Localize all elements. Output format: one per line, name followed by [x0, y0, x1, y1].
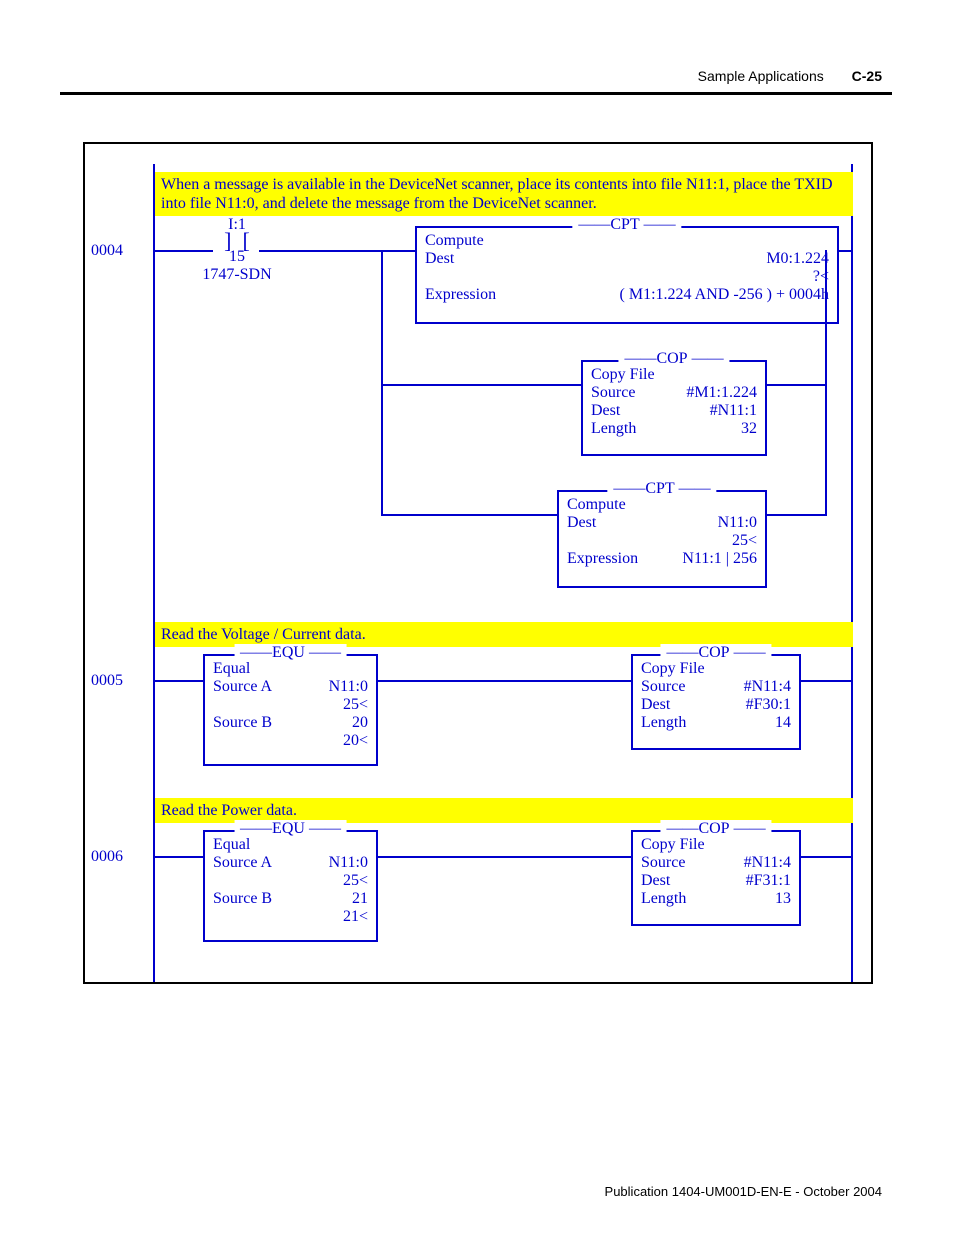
param-label: Dest [567, 514, 596, 532]
page-header: Sample Applications C-25 [698, 68, 882, 84]
wire [378, 680, 631, 682]
param-value: #F31:1 [746, 872, 791, 890]
power-rail-right [851, 164, 853, 984]
param-label: Source A [213, 678, 272, 696]
wire [378, 856, 631, 858]
wire [381, 250, 415, 252]
param-value: M0:1.224 [766, 250, 829, 268]
rung-comment: When a message is available in the Devic… [155, 172, 853, 216]
block-name: Equal [213, 836, 368, 854]
wire [839, 250, 853, 252]
param-label: Source [641, 854, 685, 872]
wire [153, 680, 203, 682]
param-label: Length [591, 420, 636, 438]
cop-block: ——COP —— Copy File Source#N11:4 Dest#F30… [631, 654, 801, 750]
wire [767, 384, 827, 386]
param-status: 25< [213, 696, 368, 714]
param-label: Dest [641, 872, 670, 890]
wire [767, 514, 827, 516]
equ-block: ——EQU —— Equal Source AN11:0 25< Source … [203, 830, 378, 942]
param-value: #N11:1 [710, 402, 757, 420]
block-name: Compute [425, 232, 829, 250]
param-status: 25< [567, 532, 757, 550]
param-status: 25< [213, 872, 368, 890]
param-value: N11:1 | 256 [682, 550, 757, 568]
rung-number: 0004 [91, 242, 123, 260]
param-value: N11:0 [718, 514, 757, 532]
equ-block: ——EQU —— Equal Source AN11:0 25< Source … [203, 654, 378, 766]
param-value: #N11:4 [744, 854, 791, 872]
block-title: ——EQU —— [234, 820, 347, 838]
param-value: 21 [352, 890, 368, 908]
block-title: ——COP —— [618, 350, 729, 368]
power-rail-left [153, 164, 155, 984]
param-value: 13 [775, 890, 791, 908]
header-section: Sample Applications [698, 68, 824, 84]
rung-number: 0006 [91, 848, 123, 866]
param-label: Expression [567, 550, 638, 568]
wire [381, 514, 557, 516]
param-value: #M1:1.224 [686, 384, 757, 402]
xic-device: 1747-SDN [197, 266, 277, 284]
block-title: ——EQU —— [234, 644, 347, 662]
block-name: Compute [567, 496, 757, 514]
param-label: Source [591, 384, 635, 402]
cpt-block: ——CPT —— Compute DestM0:1.224 ?< Express… [415, 226, 839, 324]
param-value: #F30:1 [746, 696, 791, 714]
param-label: Source A [213, 854, 272, 872]
param-status: 21< [213, 908, 368, 926]
param-value: N11:0 [329, 678, 368, 696]
block-name: Equal [213, 660, 368, 678]
ladder-diagram: When a message is available in the Devic… [85, 144, 871, 982]
cpt-block: ——CPT —— Compute DestN11:0 25< Expressio… [557, 490, 767, 588]
block-name: Copy File [641, 836, 791, 854]
page: Sample Applications C-25 Publication 140… [0, 0, 954, 1235]
param-label: Dest [425, 250, 454, 268]
param-label: Source B [213, 890, 272, 908]
rung-number: 0005 [91, 672, 123, 690]
footer-publication: Publication 1404-UM001D-EN-E - October 2… [605, 1184, 882, 1199]
wire [825, 250, 827, 514]
param-label: Dest [641, 696, 670, 714]
param-value: ( M1:1.224 AND -256 ) + 0004h [620, 286, 829, 304]
wire [259, 250, 381, 252]
wire [381, 250, 383, 514]
block-title: ——COP —— [660, 644, 771, 662]
ladder-diagram-frame: When a message is available in the Devic… [83, 142, 873, 984]
wire [381, 384, 581, 386]
param-value: N11:0 [329, 854, 368, 872]
cop-block: ——COP —— Copy File Source#N11:4 Dest#F31… [631, 830, 801, 926]
param-value: 20 [352, 714, 368, 732]
param-label: Dest [591, 402, 620, 420]
block-title: ——COP —— [660, 820, 771, 838]
param-status: 20< [213, 732, 368, 750]
block-name: Copy File [591, 366, 757, 384]
header-page-number: C-25 [852, 68, 882, 84]
param-value: #N11:4 [744, 678, 791, 696]
header-rule [60, 92, 892, 95]
wire [153, 856, 203, 858]
param-label: Length [641, 714, 686, 732]
param-value: 14 [775, 714, 791, 732]
wire [801, 856, 853, 858]
block-title: ——CPT —— [572, 216, 681, 234]
param-label: Length [641, 890, 686, 908]
param-label: Source [641, 678, 685, 696]
block-title: ——CPT —— [607, 480, 716, 498]
wire [801, 680, 853, 682]
param-value: 32 [741, 420, 757, 438]
xic-symbol: ] [ [197, 234, 277, 248]
param-label: Source B [213, 714, 272, 732]
block-name: Copy File [641, 660, 791, 678]
param-status: ?< [425, 268, 829, 286]
cop-block: ——COP —— Copy File Source#M1:1.224 Dest#… [581, 360, 767, 456]
param-label: Expression [425, 286, 496, 304]
